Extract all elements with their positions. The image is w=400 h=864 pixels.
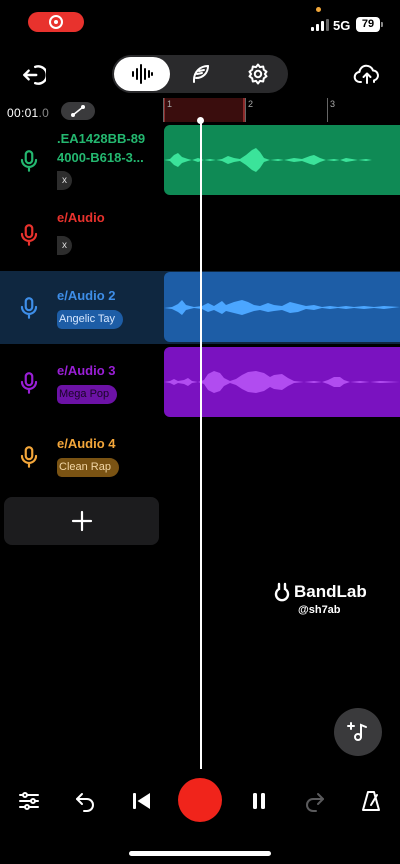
cloud-upload-icon[interactable] xyxy=(352,60,382,90)
record-dot-icon xyxy=(49,15,63,29)
waveform-icon xyxy=(130,62,154,86)
exit-icon[interactable] xyxy=(18,60,48,90)
undo-icon[interactable] xyxy=(72,788,98,814)
track-name: e/Audio xyxy=(57,210,105,225)
snap-icon xyxy=(71,105,85,117)
snap-toggle-button[interactable] xyxy=(61,102,95,120)
add-track-button[interactable] xyxy=(4,497,159,545)
microphone-icon[interactable] xyxy=(16,222,42,248)
effect-chip[interactable]: x xyxy=(57,236,72,255)
metronome-icon[interactable] xyxy=(358,788,384,814)
home-indicator[interactable] xyxy=(129,851,271,856)
mode-switcher xyxy=(112,55,288,93)
time-main: 00:01 xyxy=(7,106,39,120)
feather-icon[interactable] xyxy=(188,62,212,86)
bar-number: 2 xyxy=(248,99,254,109)
mic-in-use-dot xyxy=(316,7,321,12)
add-instrument-button[interactable] xyxy=(334,708,382,756)
gear-icon[interactable] xyxy=(246,62,270,86)
skip-back-icon[interactable] xyxy=(128,788,154,814)
cellular-signal-icon xyxy=(311,19,329,31)
effect-preset-chip[interactable]: Mega Pop xyxy=(57,385,118,404)
plus-icon xyxy=(71,510,92,532)
loop-region[interactable] xyxy=(163,98,245,122)
playhead-handle[interactable] xyxy=(197,117,204,124)
battery-icon: 79 xyxy=(356,17,383,32)
track-name: e/Audio 3 xyxy=(57,363,116,378)
status-bar: 5G 79 xyxy=(0,0,400,48)
top-toolbar xyxy=(0,52,400,96)
record-button[interactable] xyxy=(178,778,222,822)
bar-number: 1 xyxy=(167,99,173,109)
watermark-handle: @sh7ab xyxy=(298,604,341,616)
bar-number: 3 xyxy=(330,99,336,109)
time-display: 00:01.0 xyxy=(7,106,49,120)
network-type: 5G xyxy=(333,18,351,33)
track-name: .EA1428BB-89 xyxy=(57,131,146,146)
track-name: e/Audio 4 xyxy=(57,436,116,451)
transport-bar xyxy=(0,776,400,828)
bandlab-logo-icon xyxy=(274,582,290,602)
time-ms: .0 xyxy=(38,106,50,120)
add-music-icon xyxy=(347,722,367,741)
microphone-icon[interactable] xyxy=(16,148,42,174)
redo-icon[interactable] xyxy=(302,788,328,814)
effect-preset-chip[interactable]: Angelic Tay xyxy=(57,310,124,329)
microphone-icon[interactable] xyxy=(16,444,42,470)
effect-preset-chip[interactable]: Clean Rap xyxy=(57,458,119,477)
effect-chip[interactable]: x xyxy=(57,171,72,190)
microphone-icon[interactable] xyxy=(16,295,42,321)
pause-icon[interactable] xyxy=(246,788,272,814)
microphone-icon[interactable] xyxy=(16,370,42,396)
playhead[interactable] xyxy=(200,120,202,769)
track-name: e/Audio 2 xyxy=(57,288,116,303)
screen-recording-indicator[interactable] xyxy=(28,12,84,32)
mixer-icon[interactable] xyxy=(16,788,42,814)
track-name-line2: 4000-B618-3... xyxy=(57,150,144,165)
watermark-brand: BandLab xyxy=(294,582,367,601)
